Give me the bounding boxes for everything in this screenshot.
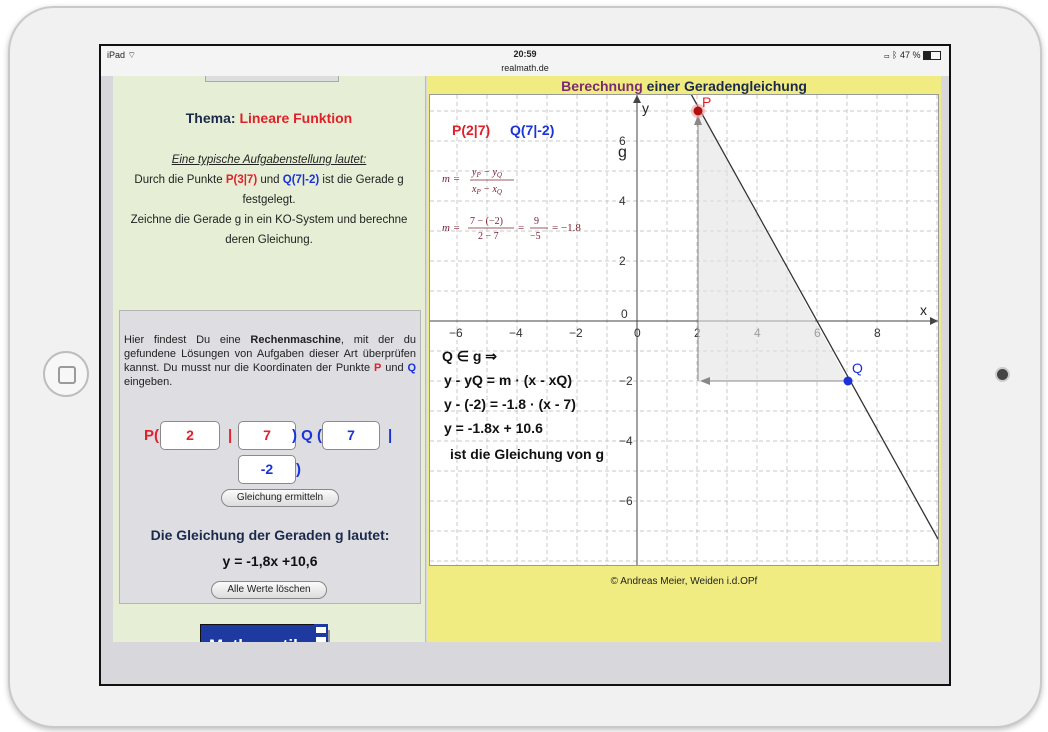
status-time: 20:59 — [513, 49, 537, 59]
title-a: Berechnung — [561, 78, 643, 94]
derivation-line3: y - (-2) = -1.8 · (x - 7) — [444, 396, 576, 412]
topic-label: Thema: — [185, 110, 236, 126]
axes — [430, 95, 938, 565]
y-tick-label: −6 — [619, 494, 633, 508]
address-url[interactable]: realmath.de — [101, 63, 949, 73]
graph-svg[interactable]: −6−4−202468642−2−4−60 P Q x y g P(2|7) — [430, 84, 939, 565]
home-button[interactable] — [43, 351, 89, 397]
screen: iPad ⌔ 20:59 realmath.de ▭ ᛒ 47 % Thema:… — [99, 44, 951, 686]
m-calculation: m = 7 − (−2) 2 − 7 = 9 −5 = −1.8 — [442, 216, 581, 242]
intro-q: Q — [407, 362, 417, 374]
derivation-line1: Q ∈ g ⇒ — [442, 348, 497, 364]
px-input[interactable]: 2 — [160, 421, 220, 450]
q-separator: | — [388, 427, 393, 444]
home-square-icon — [58, 366, 76, 384]
task-point-q: Q(7|-2) — [282, 174, 320, 186]
point-q-label: Q — [852, 360, 863, 376]
point-p-label: P — [702, 95, 711, 110]
bluetooth-icon: ᛒ — [892, 50, 898, 60]
task-line2: Zeichne die Gerade g in ein KO-System un… — [130, 214, 408, 246]
q-open-label: ) Q ( — [292, 427, 322, 444]
x-tick-label: −4 — [509, 326, 523, 340]
airplay-icon: ▭ — [884, 50, 890, 60]
camera-icon — [997, 369, 1008, 380]
y-tick-label: −4 — [619, 434, 633, 448]
m-frac-num: 9 — [534, 216, 539, 227]
title-b: einer Geradengleichung — [646, 78, 807, 94]
derivation: Q ∈ g ⇒ y - yQ = m · (x - xQ) y - (-2) =… — [442, 348, 604, 462]
py-input[interactable]: 7 — [238, 421, 296, 450]
task-und: und — [260, 174, 280, 186]
battery-icon — [923, 51, 941, 61]
task-heading: Eine typische Aufgabenstellung lautet: — [171, 154, 367, 166]
graph-area[interactable]: −6−4−202468642−2−4−60 P Q x y g P(2|7) — [429, 84, 939, 566]
m-symbol: m = — [442, 173, 460, 185]
m-numerator: yP − yQ — [471, 167, 502, 179]
p-open-label: P( — [144, 427, 159, 444]
task-line1: Durch die Punkte P(3|7) und Q(7|-2) ist … — [117, 170, 421, 210]
task-text: Eine typische Aufgabenstellung lautet: D… — [117, 150, 421, 250]
x-tick-label: −6 — [449, 326, 463, 340]
point-q[interactable] — [843, 376, 853, 386]
calculator-box: Hier findest Du eine Rechenmaschine, mit… — [119, 310, 421, 604]
intro-a: Hier findest Du eine — [124, 334, 241, 346]
line-g-label: g — [618, 144, 627, 161]
derivation-line5: ist die Gleichung von g — [450, 446, 604, 462]
grid — [430, 95, 938, 565]
task-point-p: P(3|7) — [225, 174, 258, 186]
graph-title: Berechnung einer Geradengleichung — [427, 78, 941, 94]
y-tick-label: 2 — [619, 254, 626, 268]
status-right: ▭ ᛒ 47 % — [884, 50, 941, 61]
intro-bold: Rechenmaschine — [250, 334, 341, 346]
intro-c: eingeben. — [124, 376, 173, 388]
x-tick-label: −2 — [569, 326, 583, 340]
q-close-label: ) — [296, 461, 301, 478]
topic-value: Lineare Funktion — [239, 110, 353, 126]
m-eq1: = — [518, 222, 524, 234]
topic-title: Thema: Lineare Funktion — [113, 110, 425, 126]
q-coord-label: Q(7|-2) — [510, 122, 554, 138]
derivation-line4: y = -1.8x + 10.6 — [444, 420, 543, 436]
qx-input[interactable]: 7 — [322, 421, 380, 450]
task-text-a: Durch die Punkte — [134, 174, 223, 186]
x-axis-label: x — [920, 302, 927, 318]
x-tick-label: 8 — [874, 326, 881, 340]
m-calc-den: 2 − 7 — [478, 231, 499, 242]
copyright: © Andreas Meier, Weiden i.d.OPf — [610, 576, 758, 587]
x-tick-label: 0 — [634, 326, 641, 340]
p-coord-label: P(2|7) — [452, 122, 490, 138]
clear-button[interactable]: Alle Werte löschen — [211, 581, 327, 599]
m-frac-den: −5 — [530, 231, 541, 242]
battery-percent: 47 % — [899, 50, 921, 60]
top-tab — [205, 76, 339, 82]
calculate-button[interactable]: Gleichung ermitteln — [221, 489, 339, 507]
intro-und: und — [385, 362, 404, 374]
m-denominator: xP − xQ — [471, 184, 502, 196]
screen-content: iPad ⌔ 20:59 realmath.de ▭ ᛒ 47 % Thema:… — [101, 46, 949, 684]
qy-input[interactable]: -2 — [238, 455, 296, 484]
result-equation: y = -1,8x +10,6 — [222, 553, 318, 569]
status-bar: iPad ⌔ 20:59 realmath.de ▭ ᛒ 47 % — [101, 46, 949, 76]
m-result: = −1.8 — [552, 222, 581, 234]
bottom-bar — [101, 642, 949, 684]
intro-p: P — [373, 362, 382, 374]
m-calc-symbol: m = — [442, 222, 460, 234]
m-calc-num: 7 − (−2) — [470, 216, 503, 227]
x-axis-arrow-icon — [930, 317, 938, 325]
y-tick-label: 4 — [619, 194, 626, 208]
left-panel: Thema: Lineare Funktion Eine typische Au… — [113, 76, 426, 672]
result-title: Die Gleichung der Geraden g lautet: — [150, 527, 390, 543]
right-panel: Berechnung einer Geradengleichung −6 −4 −2… — [427, 76, 941, 642]
derivation-line2: y - yQ = m · (x - xQ) — [444, 372, 572, 388]
y-axis-label: y — [642, 100, 649, 116]
y-tick-label: −2 — [619, 374, 633, 388]
calculator-intro: Hier findest Du eine Rechenmaschine, mit… — [124, 333, 416, 389]
y-axis-arrow-icon — [633, 95, 641, 103]
origin-label: 0 — [621, 307, 628, 321]
p-separator: | — [228, 427, 233, 444]
